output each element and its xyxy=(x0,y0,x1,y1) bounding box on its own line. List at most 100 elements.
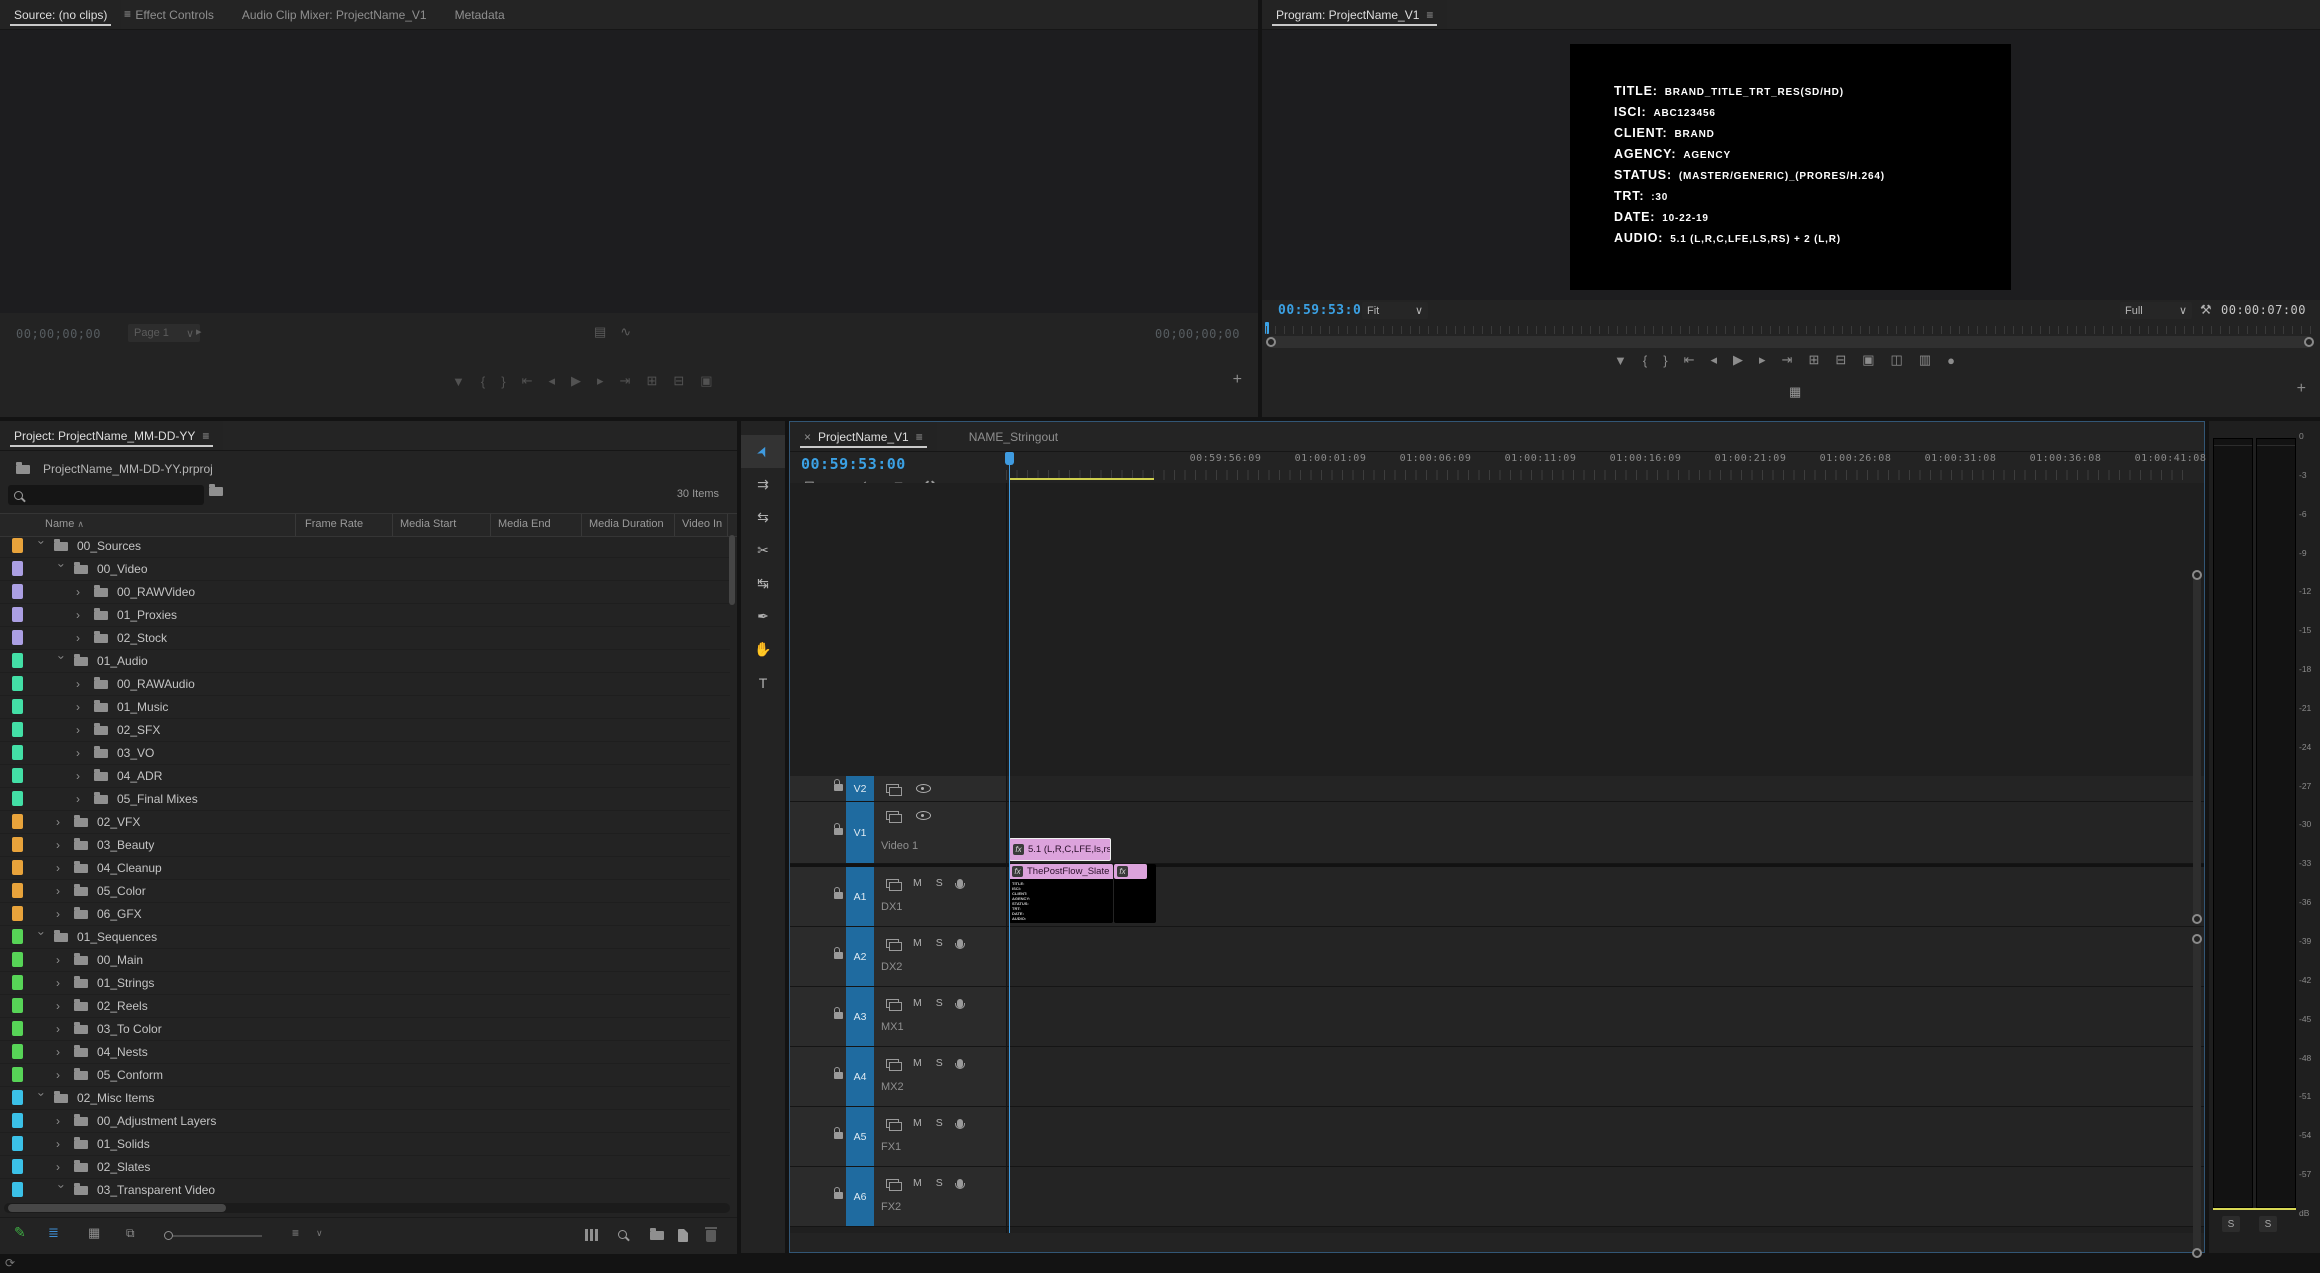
playback-resolution-select[interactable]: Full ∨ xyxy=(2120,302,2192,319)
bin-row[interactable]: › 02_VFX xyxy=(0,811,730,834)
label-color-chip[interactable] xyxy=(12,906,23,921)
bin-row[interactable]: › 04_ADR xyxy=(0,765,730,788)
track-target-button[interactable]: A2 xyxy=(846,927,874,986)
label-color-chip[interactable] xyxy=(12,1159,23,1174)
label-color-chip[interactable] xyxy=(12,745,23,760)
twirl-arrow-icon[interactable]: › xyxy=(76,723,90,737)
label-color-chip[interactable] xyxy=(12,814,23,829)
label-color-chip[interactable] xyxy=(12,1182,23,1197)
chevron-down-icon[interactable]: ∨ xyxy=(316,1228,323,1239)
bin-row[interactable]: › 05_Final Mixes xyxy=(0,788,730,811)
bin-row[interactable]: › 01_Solids xyxy=(0,1133,730,1156)
source-tab[interactable]: Audio Clip Mixer: ProjectName_V1 xyxy=(228,0,441,29)
zoom-level-select[interactable]: Fit ∨ xyxy=(1362,302,1428,319)
twirl-arrow-icon[interactable]: › xyxy=(56,1045,70,1059)
track-target-button[interactable]: A5 xyxy=(846,1107,874,1166)
program-timecode[interactable]: 00:59:53:00 xyxy=(1278,303,1370,318)
delete-icon[interactable] xyxy=(706,1230,716,1242)
label-color-chip[interactable] xyxy=(12,883,23,898)
track-name[interactable]: FX2 xyxy=(881,1201,901,1213)
mark-out-icon[interactable]: } xyxy=(1663,353,1667,368)
sync-lock-icon[interactable] xyxy=(886,784,899,793)
panel-menu-icon[interactable]: ≡ xyxy=(124,7,131,21)
sync-lock-icon[interactable] xyxy=(886,1119,899,1128)
scrollbar-handle[interactable] xyxy=(1266,337,1276,347)
mark-in-icon[interactable]: { xyxy=(1643,353,1647,368)
slider-handle[interactable] xyxy=(164,1231,173,1240)
solo-left-button[interactable]: S xyxy=(2222,1216,2240,1232)
sync-lock-icon[interactable] xyxy=(886,999,899,1008)
go-to-in-icon[interactable]: ⇤ xyxy=(522,373,533,389)
scrollbar-handle[interactable] xyxy=(2192,570,2202,580)
label-color-chip[interactable] xyxy=(12,538,23,553)
track-lock-icon[interactable] xyxy=(834,784,843,791)
panel-menu-icon[interactable]: ≡ xyxy=(1426,8,1433,22)
label-color-chip[interactable] xyxy=(12,998,23,1013)
clip-v1-slate[interactable]: fx ThePostFlow_Slate TITLE:ISCI:CLIENT:A… xyxy=(1009,864,1113,923)
mark-in-icon[interactable]: { xyxy=(481,374,485,389)
add-marker-icon[interactable]: ▼ xyxy=(1614,353,1627,368)
track-name[interactable]: FX1 xyxy=(881,1141,901,1153)
twirl-arrow-icon[interactable]: › xyxy=(55,1184,69,1197)
thumbnail-zoom-slider[interactable] xyxy=(166,1235,262,1237)
add-button-icon[interactable]: + xyxy=(1233,371,1242,389)
play-icon[interactable]: ▶ xyxy=(571,373,581,389)
label-color-chip[interactable] xyxy=(12,768,23,783)
bin-row[interactable]: › 03_Transparent Video xyxy=(0,1179,730,1197)
twirl-arrow-icon[interactable]: › xyxy=(55,655,69,669)
label-color-chip[interactable] xyxy=(12,975,23,990)
insert-icon[interactable]: ⊞ xyxy=(646,373,657,389)
step-back-icon[interactable]: ◂ xyxy=(1710,352,1717,368)
twirl-arrow-icon[interactable]: › xyxy=(56,999,70,1013)
label-color-chip[interactable] xyxy=(12,607,23,622)
program-tab[interactable]: Program: ProjectName_V1 ≡ xyxy=(1262,0,1447,29)
twirl-arrow-icon[interactable]: › xyxy=(56,1068,70,1082)
track-name[interactable]: MX1 xyxy=(881,1021,904,1033)
automate-to-sequence-icon[interactable] xyxy=(585,1229,598,1241)
bin-row[interactable]: › 01_Strings xyxy=(0,972,730,995)
twirl-arrow-icon[interactable]: › xyxy=(56,953,70,967)
project-writable-icon[interactable]: ✎ xyxy=(14,1224,26,1241)
step-forward-icon[interactable]: ▸ xyxy=(1759,352,1766,368)
bin-row[interactable]: › 01_Music xyxy=(0,696,730,719)
label-color-chip[interactable] xyxy=(12,860,23,875)
page-selector[interactable]: Page 1 ∨ xyxy=(128,324,200,342)
twirl-arrow-icon[interactable]: › xyxy=(76,792,90,806)
bin-row[interactable]: › 02_Stock xyxy=(0,627,730,650)
twirl-arrow-icon[interactable]: › xyxy=(56,815,70,829)
solo-button[interactable]: S xyxy=(936,1177,943,1189)
sequence-tab[interactable]: NAME_Stringout xyxy=(955,422,1072,451)
label-color-chip[interactable] xyxy=(12,653,23,668)
panel-menu-icon[interactable]: ≡ xyxy=(916,430,923,444)
settings-wrench-icon[interactable]: ⚒ xyxy=(2200,302,2212,318)
step-back-icon[interactable]: ◂ xyxy=(548,373,555,389)
audio-track-zoom-scrollbar[interactable] xyxy=(2193,934,2201,1258)
twirl-arrow-icon[interactable]: › xyxy=(76,677,90,691)
pen-tool[interactable]: ✒ xyxy=(741,600,785,633)
bin-row[interactable]: › 03_Beauty xyxy=(0,834,730,857)
source-tab[interactable]: Source: (no clips) xyxy=(0,0,121,29)
timeline-ruler[interactable]: 00:59:56:0901:00:01:0901:00:06:0901:00:1… xyxy=(1006,450,2200,483)
project-tab[interactable]: Project: ProjectName_MM-DD-YY ≡ xyxy=(0,421,223,450)
type-tool[interactable]: T xyxy=(741,666,785,699)
label-color-chip[interactable] xyxy=(12,1136,23,1151)
label-color-chip[interactable] xyxy=(12,722,23,737)
voiceover-record-icon[interactable] xyxy=(957,1119,963,1128)
bin-row[interactable]: › 02_Slates xyxy=(0,1156,730,1179)
twirl-arrow-icon[interactable]: › xyxy=(76,700,90,714)
mark-out-icon[interactable]: } xyxy=(501,374,505,389)
track-select-forward-tool[interactable]: ⇉ xyxy=(741,468,785,501)
playhead[interactable] xyxy=(1005,452,1014,465)
multi-camera-icon[interactable]: ▥ xyxy=(1919,352,1931,368)
track-output-eye-icon[interactable] xyxy=(916,811,931,820)
bin-row[interactable]: › 00_RAWVideo xyxy=(0,581,730,604)
label-color-chip[interactable] xyxy=(12,791,23,806)
track-target-button[interactable]: A4 xyxy=(846,1047,874,1106)
freeform-view-icon[interactable]: ⧉ xyxy=(126,1226,135,1241)
track-name[interactable]: MX2 xyxy=(881,1081,904,1093)
bin-row[interactable]: › 05_Color xyxy=(0,880,730,903)
track-target-button[interactable]: A3 xyxy=(846,987,874,1046)
label-color-chip[interactable] xyxy=(12,1090,23,1105)
solo-button[interactable]: S xyxy=(936,937,943,949)
panel-menu-icon[interactable]: ≡ xyxy=(202,429,209,443)
